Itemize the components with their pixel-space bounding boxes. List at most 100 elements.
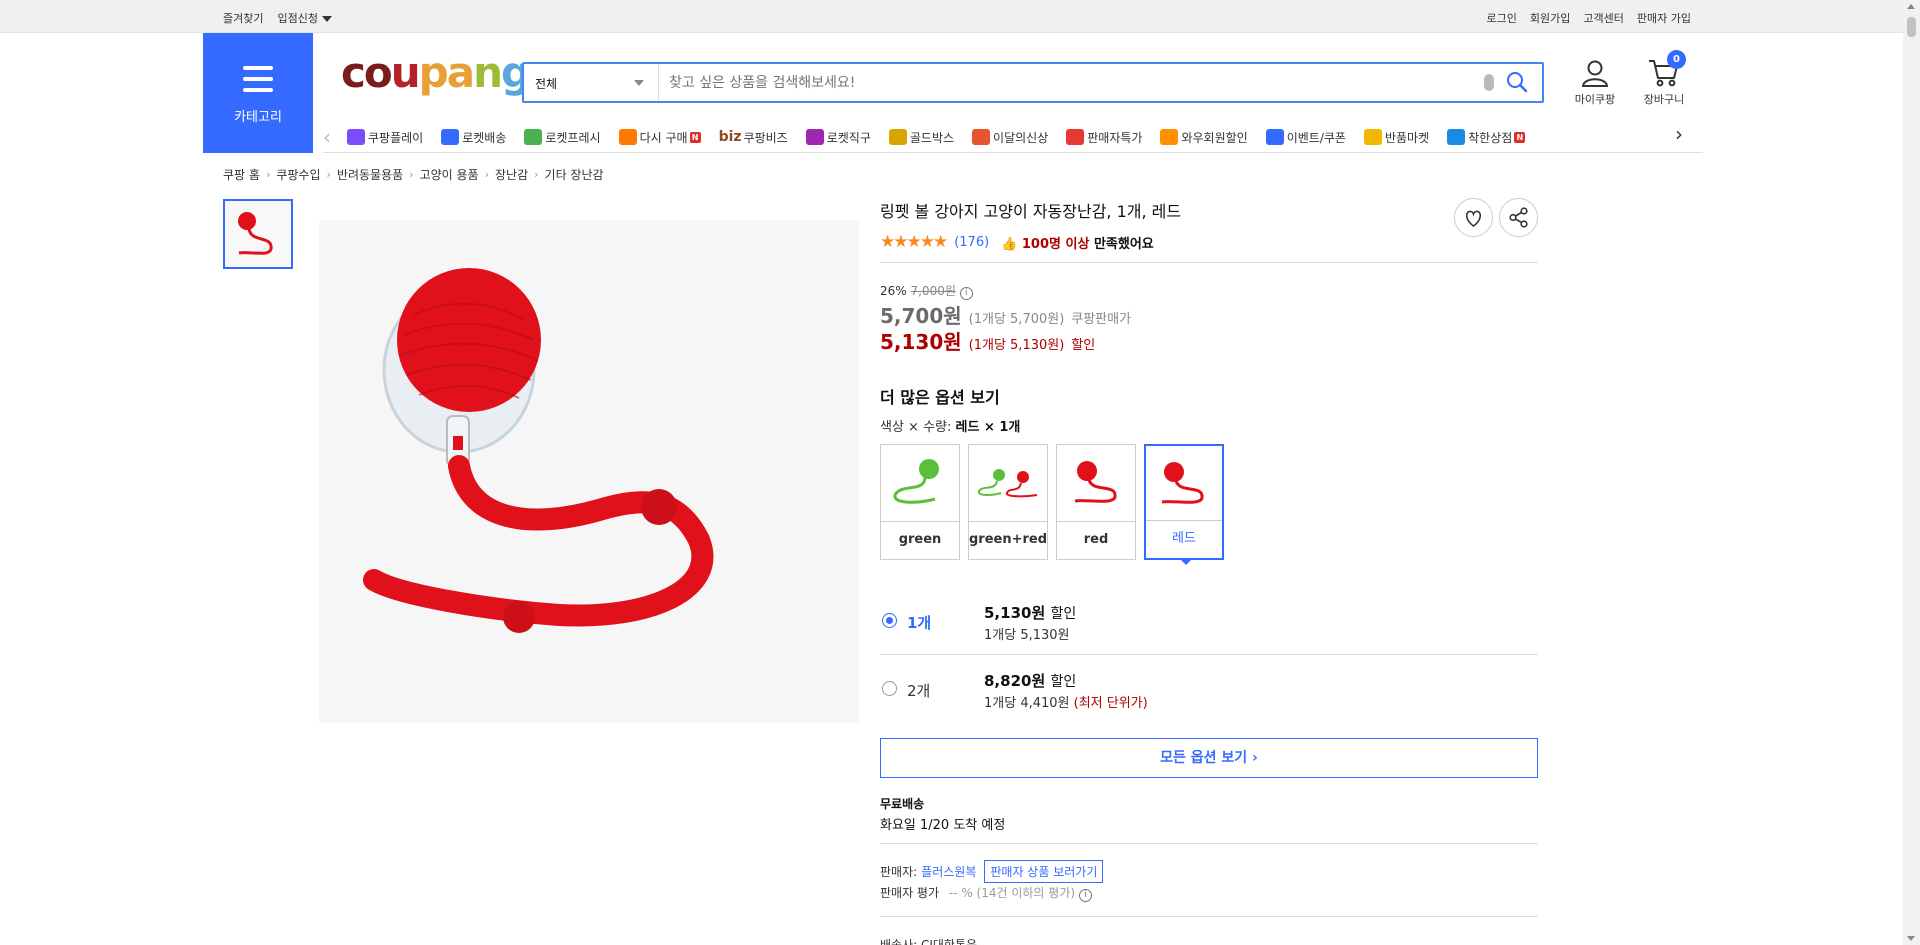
seller-name-link[interactable]: 플러스원복 [921, 863, 976, 880]
info-icon[interactable]: i [959, 287, 973, 300]
nav-item-3[interactable]: 다시 구매 N [618, 129, 701, 146]
info-icon[interactable]: i [1078, 889, 1092, 902]
discount-row: 26% 7,000원 i [880, 282, 973, 300]
nav-item-label: 착한상점 [1468, 130, 1513, 145]
scroll-down-icon[interactable] [1907, 936, 1915, 941]
nav-item-0[interactable]: 쿠팡플레이 [347, 129, 423, 146]
search-icon[interactable] [1506, 71, 1528, 93]
divider [880, 916, 1538, 917]
nav-item-12[interactable]: 착한상점 N [1447, 129, 1526, 146]
coupang-price-row: 5,700원 (1개당 5,700원) 쿠팡판매가 [880, 300, 1131, 329]
product-thumbnail[interactable] [223, 199, 293, 269]
microphone-icon[interactable] [1484, 74, 1494, 91]
coupang-logo[interactable]: coupang [341, 52, 531, 94]
seller-score-row: 판매자 평가 -- % (14건 이하의 평가) i [880, 884, 1092, 902]
nav-item-icon [1363, 129, 1382, 145]
nav-item-label: 이달의신상 [993, 130, 1049, 145]
divider [880, 843, 1538, 844]
original-price: 7,000원 [910, 284, 956, 298]
quantity-radio-2[interactable] [882, 681, 897, 696]
swatch-red-selected[interactable]: 레드 [1144, 444, 1224, 565]
breadcrumb-separator-icon: › [409, 168, 414, 181]
sale-price-row: 5,130원 (1개당 5,130원) 할인 [880, 326, 1095, 355]
nav-item-icon [1447, 129, 1466, 145]
nav-item-2[interactable]: 로켓프레시 [524, 129, 601, 146]
nav-item-label: 로켓프레시 [545, 130, 601, 145]
divider [880, 654, 1538, 655]
product-title: 링펫 볼 강아지 고양이 자동장난감, 1개, 레드 [880, 202, 1182, 221]
category-label: 카테고리 [234, 110, 282, 125]
search-input[interactable] [669, 70, 1449, 95]
breadcrumb-separator-icon: › [484, 168, 489, 181]
coupang-unit-price: (1개당 5,700원) [968, 312, 1065, 327]
login-link[interactable]: 로그인 [1487, 10, 1517, 26]
nav-item-icon [441, 129, 460, 145]
page-scrollbar[interactable] [1903, 0, 1920, 945]
sale-unit-price: (1개당 5,130원) [968, 338, 1065, 353]
breadcrumb-item[interactable]: 장난감 [495, 166, 528, 183]
cart-button[interactable]: 0 장바구니 [1638, 50, 1690, 107]
nav-item-1[interactable]: 로켓배송 [441, 129, 506, 146]
customer-center-link[interactable]: 고객센터 [1583, 10, 1623, 26]
quantity-label-2: 2개 [907, 682, 931, 700]
quantity-unit-2: 1개당 4,410원 (최저 단위가) [984, 696, 1148, 711]
breadcrumb: 쿠팡 홈 › 쿠팡수입 › 반려동물용품 › 고양이 용품 › 장난감 › 기타 장난감 [223, 166, 604, 183]
share-button[interactable] [1499, 198, 1538, 237]
option-swatches: green green+red red 레드 [880, 444, 1224, 565]
nav-item-9[interactable]: 와우회원할인 [1160, 129, 1248, 146]
rating-row: ★★★★★ (176) 👍 100명 이상 만족했어요 [880, 232, 1154, 252]
wishlist-button[interactable] [1454, 198, 1493, 237]
breadcrumb-item[interactable]: 쿠팡수입 [276, 166, 320, 183]
search-scope-select[interactable]: 전체 [524, 64, 659, 101]
breadcrumb-item[interactable]: 기타 장난감 [545, 166, 604, 183]
my-coupang-button[interactable]: 마이쿠팡 [1566, 58, 1624, 107]
nav-item-7[interactable]: 이달의신상 [972, 129, 1048, 146]
quantity-option-1[interactable]: 1개 5,130원 할인 1개당 5,130원 [880, 590, 1538, 658]
delivery-eta: 화요일 1/20 도착 예정 [880, 818, 1006, 833]
quantity-option-2[interactable]: 2개 8,820원 할인 1개당 4,410원 (최저 단위가) [880, 658, 1538, 726]
category-menu-button[interactable]: 카테고리 [203, 33, 313, 153]
nav-next-icon[interactable]: › [1675, 122, 1693, 146]
nav-item-label: 쿠팡비즈 [743, 130, 788, 145]
swatch-green-red-image [977, 469, 1038, 498]
swatch-green[interactable]: green [880, 444, 960, 560]
seller-score-label: 판매자 평가 [880, 886, 940, 900]
quantity-radio-1[interactable] [882, 613, 897, 628]
nav-item-icon [1265, 129, 1284, 145]
scroll-thumb[interactable] [1907, 17, 1916, 37]
nav-item-4[interactable]: biz 쿠팡비즈 [719, 129, 788, 146]
nav-item-10[interactable]: 이벤트/쿠폰 [1265, 129, 1346, 146]
quantity-price-1: 5,130원 할인 [984, 604, 1077, 622]
seller-row: 판매자: 플러스원복 판매자 상품 보러가기 [880, 860, 1104, 883]
view-all-options-button[interactable]: 모든 옵션 보기 › [880, 738, 1538, 778]
review-count-link[interactable]: (176) [954, 235, 989, 250]
nav-item-icon [972, 129, 991, 145]
chevron-down-icon [634, 80, 644, 86]
service-nav: ‹ 쿠팡플레이 로켓배송 로켓프레시 다시 구매 N biz 쿠팡비즈 로켓직구 골드박스 이달의… [323, 122, 1693, 152]
seller-apply-link[interactable]: 입점신청 [277, 10, 332, 26]
breadcrumb-item[interactable]: 쿠팡 홈 [223, 166, 260, 183]
swatch-green-red[interactable]: green+red [968, 444, 1048, 560]
nav-item-label: 로켓배송 [462, 130, 507, 145]
sale-tag: 할인 [1071, 338, 1096, 353]
nav-item-5[interactable]: 로켓직구 [805, 129, 871, 146]
signup-link[interactable]: 회원가입 [1530, 10, 1570, 26]
breadcrumb-item[interactable]: 반려동물용품 [337, 166, 403, 183]
seller-products-link[interactable]: 판매자 상품 보러가기 [984, 860, 1104, 883]
caret-down-icon [321, 16, 332, 22]
user-icon [1581, 60, 1609, 87]
nav-item-11[interactable]: 반품마켓 [1363, 129, 1429, 146]
scroll-up-icon[interactable] [1907, 4, 1915, 9]
nav-item-8[interactable]: 판매자특가 [1066, 129, 1142, 146]
bookmark-link[interactable]: 즐겨찾기 [223, 10, 263, 26]
nav-item-icon [347, 129, 365, 145]
hamburger-icon [243, 66, 273, 99]
seller-signup-link[interactable]: 판매자 가입 [1637, 10, 1691, 26]
breadcrumb-item[interactable]: 고양이 용품 [420, 166, 479, 183]
nav-item-icon [1066, 129, 1085, 145]
coupang-price: 5,700원 [880, 304, 962, 328]
new-badge: N [689, 131, 701, 143]
nav-prev-icon[interactable]: ‹ [323, 125, 341, 149]
nav-item-6[interactable]: 골드박스 [888, 129, 954, 146]
swatch-red[interactable]: red [1056, 444, 1136, 560]
